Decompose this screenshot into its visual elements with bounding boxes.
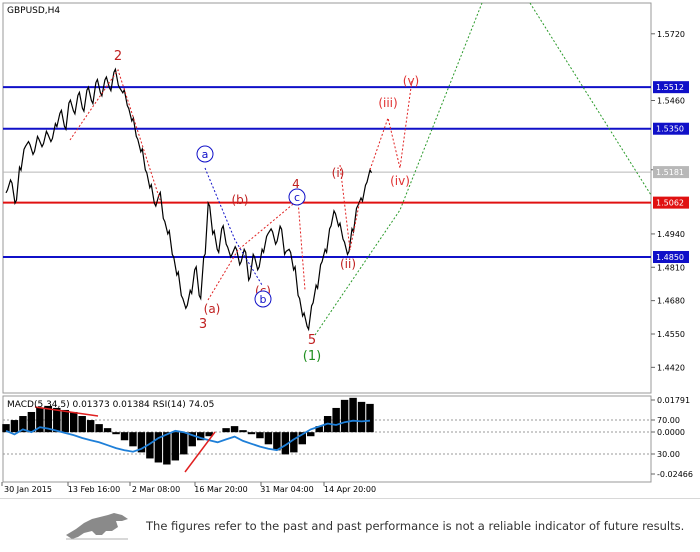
wave-label: (iii) <box>378 96 397 110</box>
macd-bar <box>222 428 230 433</box>
macd-bar <box>264 432 273 445</box>
bull-logo-icon <box>66 513 128 540</box>
macd-bar <box>129 432 137 447</box>
level-tag-label: 1.5512 <box>656 83 684 92</box>
macd-bar <box>86 420 95 433</box>
level-tag-label: 1.5181 <box>656 168 684 177</box>
chart-area: 1.57201.54601.51901.49401.48101.46801.45… <box>0 0 700 498</box>
x-tick-label: 16 Mar 20:00 <box>194 485 247 494</box>
macd-bar <box>230 426 239 433</box>
chart-title: GBPUSD,H4 <box>7 6 60 16</box>
macd-bar <box>171 432 180 461</box>
y-tick-label: 1.4810 <box>657 263 685 272</box>
macd-bar <box>349 397 357 433</box>
ind-y-tick-label: 0.0000 <box>657 428 685 437</box>
macd-bar <box>239 430 247 433</box>
x-tick-label: 31 Mar 04:00 <box>260 485 313 494</box>
ind-y-tick-label: -0.02466 <box>657 470 693 479</box>
footer: The figures refer to the past and past p… <box>0 498 700 552</box>
wave-label: (ii) <box>340 257 356 271</box>
macd-bar <box>112 432 120 435</box>
wave-label: (v) <box>403 74 419 88</box>
wave-label: (a) <box>204 302 221 316</box>
x-tick-label: 14 Apr 20:00 <box>324 485 376 494</box>
main-chart-frame <box>2 2 652 394</box>
ind-y-tick-label: 70.00 <box>657 416 680 425</box>
x-tick-label: 2 Mar 08:00 <box>132 485 180 494</box>
y-tick-label: 1.4420 <box>657 363 685 372</box>
level-tag-label: 1.5062 <box>656 199 684 208</box>
y-tick-label: 1.5720 <box>657 30 685 39</box>
macd-bar <box>290 432 298 453</box>
macd-bar <box>366 403 374 433</box>
macd-bar <box>120 432 129 441</box>
wave-label: a <box>202 148 209 161</box>
macd-bar <box>69 411 78 433</box>
macd-bar <box>332 407 340 433</box>
macd-bar <box>180 432 188 455</box>
macd-bar <box>95 424 103 433</box>
macd-bar <box>61 409 69 433</box>
wave-label: (i) <box>332 166 345 180</box>
chart-svg: 1.57201.54601.51901.49401.48101.46801.45… <box>1 2 693 494</box>
macd-bar <box>163 432 171 465</box>
indicator-title: MACD(5,34,5) 0.01373 0.01384 RSI(14) 74.… <box>7 400 214 410</box>
wave-label: c <box>294 191 300 204</box>
wave-label: (iv) <box>390 174 410 188</box>
macd-bar <box>307 432 315 437</box>
macd-bar <box>78 416 86 433</box>
wave-label: (1) <box>303 349 321 364</box>
disclaimer-text: The figures refer to the past and past p… <box>146 519 685 533</box>
wave-label: b <box>260 293 267 306</box>
macd-bar <box>247 432 256 435</box>
level-tag-label: 1.5350 <box>656 125 684 134</box>
wave-label: 2 <box>114 49 122 64</box>
macd-bar <box>340 399 349 433</box>
y-tick-label: 1.5460 <box>657 97 685 106</box>
y-tick-label: 1.4680 <box>657 297 685 306</box>
macd-bar <box>10 420 19 433</box>
x-tick-label: 30 Jan 2015 <box>4 485 52 494</box>
macd-bar <box>357 401 366 433</box>
y-tick-label: 1.4550 <box>657 330 685 339</box>
macd-bar <box>27 411 36 433</box>
macd-bar <box>103 428 112 433</box>
macd-bar <box>53 407 61 433</box>
y-tick-label: 1.4940 <box>657 230 685 239</box>
level-tag-label: 1.4850 <box>656 253 684 262</box>
wave-label: 5 <box>308 333 316 348</box>
ind-y-tick-label: 30.00 <box>657 450 680 459</box>
wave-label: (b) <box>232 193 249 207</box>
x-tick-label: 13 Feb 16:00 <box>68 485 120 494</box>
macd-bar <box>256 432 264 439</box>
wave-label: 3 <box>199 317 207 332</box>
ind-y-tick-label: 0.01791 <box>657 396 690 405</box>
